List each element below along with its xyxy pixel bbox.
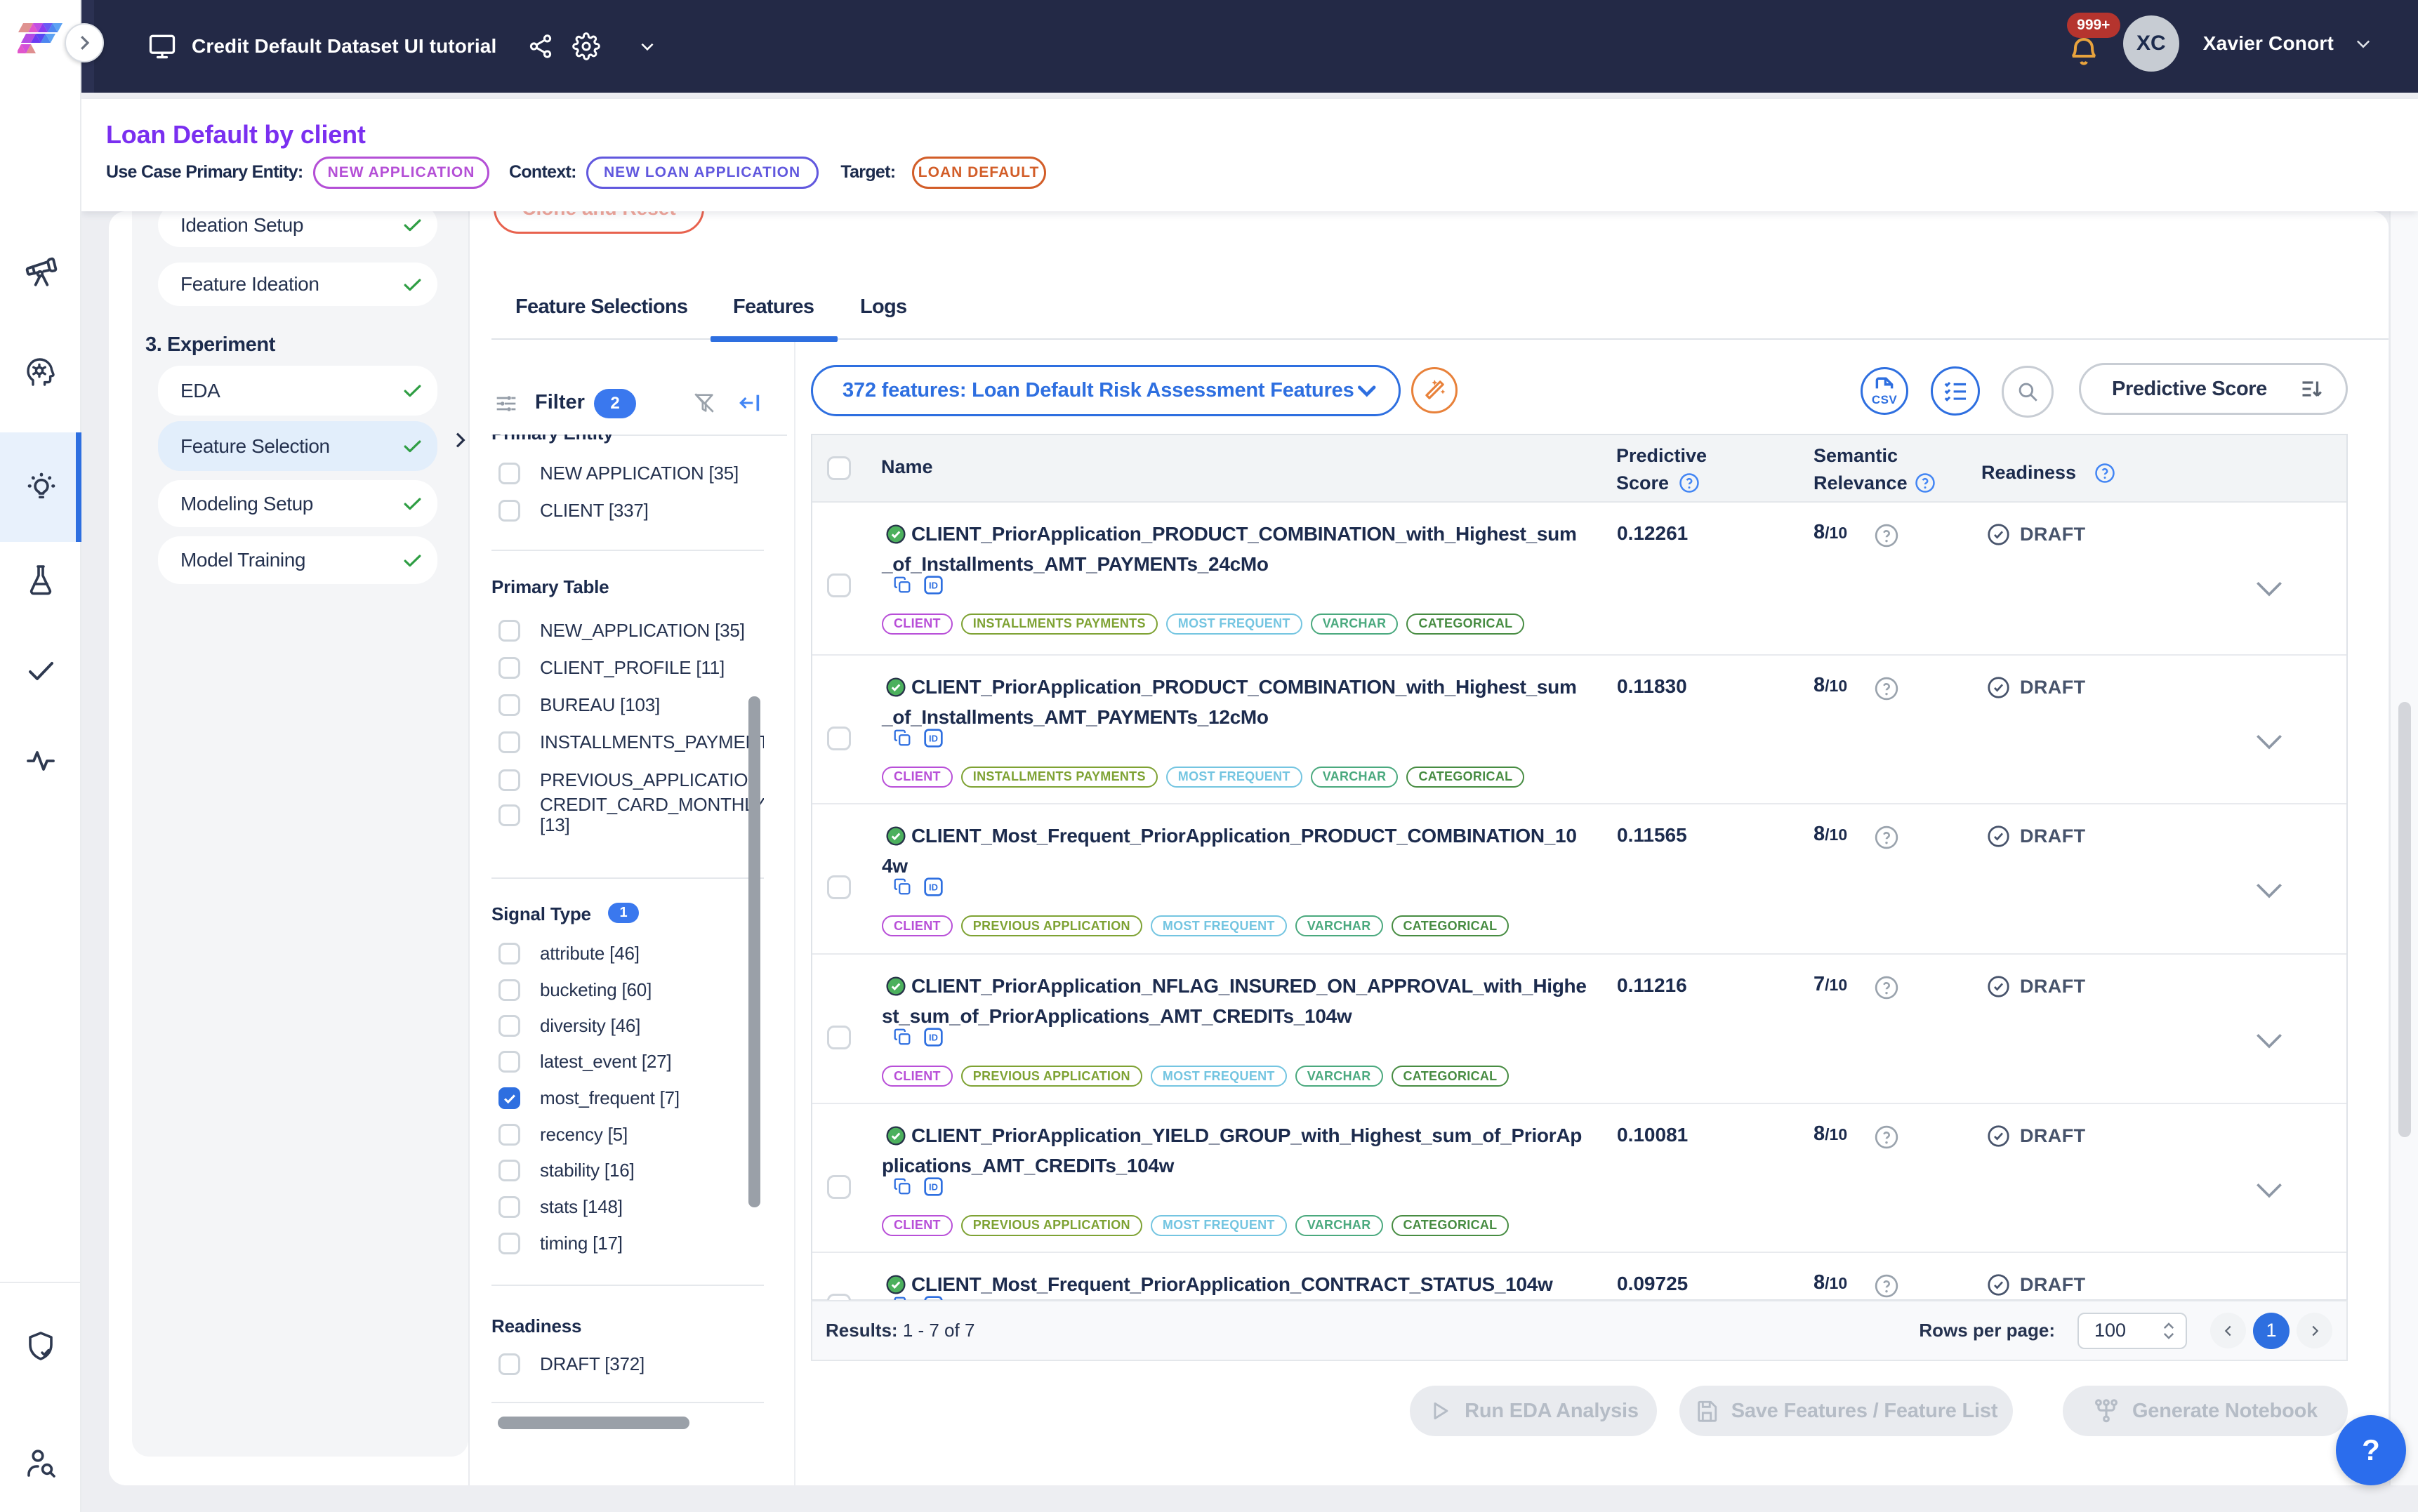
svg-text:ID: ID <box>929 882 938 893</box>
svg-text:ID: ID <box>929 733 938 743</box>
svg-text:ID: ID <box>929 580 938 590</box>
svg-text:ID: ID <box>929 1033 938 1043</box>
svg-text:ID: ID <box>929 1181 938 1192</box>
